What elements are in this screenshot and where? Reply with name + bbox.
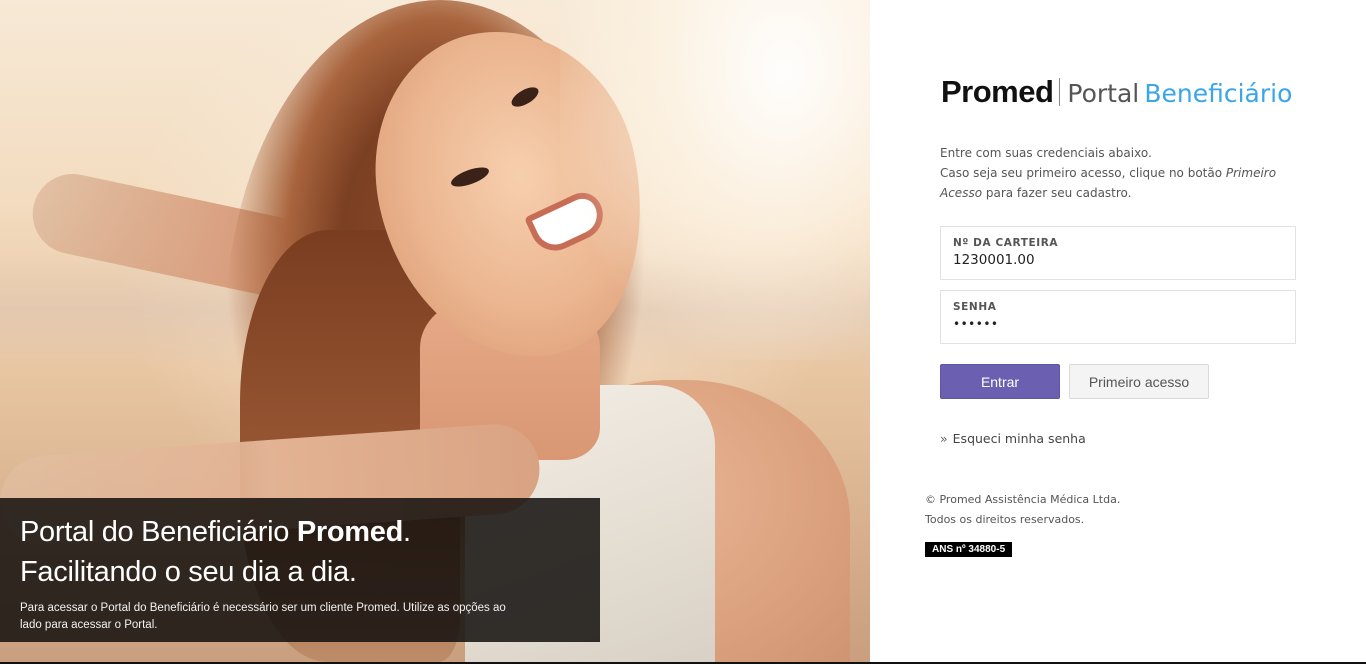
password-label: SENHA [953,301,997,313]
caption-title: Portal do Beneficiário Promed. [20,512,580,552]
intro-line-2: Caso seja seu primeiro acesso, clique no… [940,163,1300,203]
promed-logo: Promed [941,74,1054,109]
footer-copyright: © Promed Assistência Médica Ltda. [925,493,1121,506]
password-input[interactable]: •••••• [953,317,1283,331]
first-access-button[interactable]: Primeiro acesso [1069,364,1209,399]
hero-image: Portal do Beneficiário Promed. Facilitan… [0,0,870,662]
caption-title-period: . [403,516,411,548]
password-field[interactable]: SENHA •••••• [940,290,1296,344]
forgot-password-link[interactable]: » Esqueci minha senha [940,431,1086,446]
brand-portal: Portal [1067,79,1140,108]
caption-title-brand: Promed [296,516,403,548]
intro-line-2-prefix: Caso seja seu primeiro acesso, clique no… [940,166,1226,180]
card-number-input[interactable]: 1230001.00 [953,252,1283,268]
login-panel: Promed Portal Beneficiário Entre com suas… [870,0,1366,662]
brand-header: Promed Portal Beneficiário [941,74,1292,110]
card-number-field[interactable]: Nº DA CARTEIRA 1230001.00 [940,226,1296,280]
hero-sunlight [560,0,870,360]
intro-text: Entre com suas credenciais abaixo. Caso … [940,143,1300,203]
brand-beneficiario: Beneficiário [1144,79,1293,108]
ans-badge: ANS nº 34880-5 [925,542,1013,557]
intro-line-1: Entre com suas credenciais abaixo. [940,146,1152,160]
forgot-password-text[interactable]: Esqueci minha senha [953,431,1086,446]
brand-divider [1059,78,1061,106]
chevron-right-icon: » [940,431,948,446]
intro-line-2-suffix: para fazer seu cadastro. [982,186,1132,200]
footer: © Promed Assistência Médica Ltda. Todos … [925,490,1120,530]
caption-subtitle: Facilitando o seu dia a dia. [20,556,357,588]
caption-note: Para acessar o Portal do Beneficiário é … [20,602,506,631]
login-page: Portal do Beneficiário Promed. Facilitan… [0,0,1366,664]
login-button[interactable]: Entrar [940,364,1060,399]
hero-caption: Portal do Beneficiário Promed. Facilitan… [0,498,600,642]
caption-title-text: Portal do Beneficiário [20,516,297,548]
footer-rights: Todos os direitos reservados. [925,513,1085,526]
card-number-label: Nº DA CARTEIRA [953,237,1059,249]
